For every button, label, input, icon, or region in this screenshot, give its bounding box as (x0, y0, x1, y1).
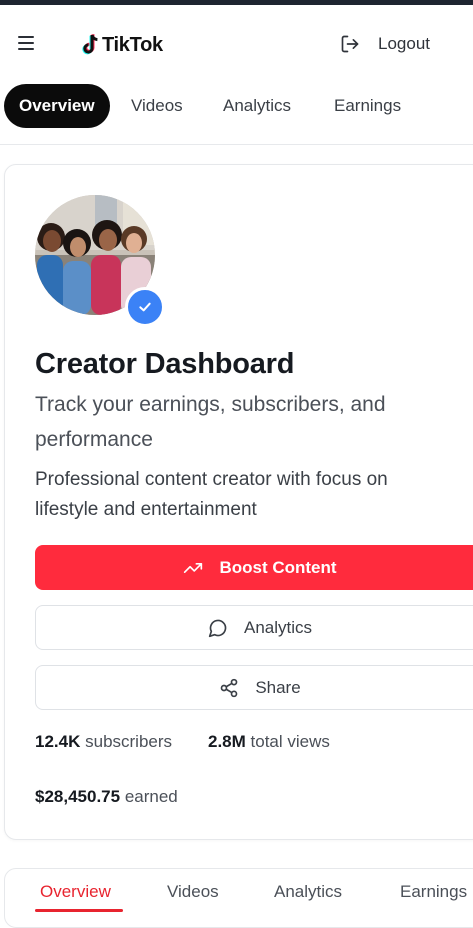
active-tab-indicator (35, 909, 123, 912)
share-icon (220, 678, 238, 697)
page-title: Creator Dashboard (35, 348, 295, 380)
analytics-label: Analytics (243, 617, 313, 637)
analytics-button[interactable]: Analytics (35, 605, 473, 650)
page-subtitle: Track your earnings, subscribers, and pe… (35, 393, 386, 451)
boost-content-button[interactable]: Boost Content (35, 545, 473, 590)
message-circle-icon (208, 619, 227, 637)
tab-earnings[interactable]: Earnings (334, 84, 401, 128)
profile-card: Creator Dashboard Track your earnings, s… (4, 164, 473, 840)
verified-badge-icon (125, 287, 165, 327)
logout-label: Logout (378, 34, 430, 53)
subscribers-label: subscribers (85, 732, 173, 751)
bottom-tabs: Overview Videos Analytics Earnings (4, 868, 473, 928)
trending-up-icon (184, 562, 203, 573)
subscribers-value: 12.4K (35, 732, 81, 751)
bottom-tab-analytics[interactable]: Analytics (274, 882, 342, 902)
earned-stat: $28,450.75 earned (35, 787, 178, 807)
views-value: 2.8M (208, 732, 246, 751)
tab-analytics[interactable]: Analytics (223, 84, 291, 128)
brand-name: TikTok (102, 33, 163, 56)
tab-overview[interactable]: Overview (4, 84, 110, 128)
bottom-tab-overview[interactable]: Overview (40, 882, 111, 902)
earned-value: $28,450.75 (35, 787, 121, 806)
profile-description: Professional content creator with focus … (35, 469, 388, 520)
checkmark-icon (139, 302, 151, 312)
share-button[interactable]: Share (35, 665, 473, 710)
logout-button[interactable]: Logout (340, 32, 430, 56)
tiktok-logo[interactable]: TikTok (82, 33, 163, 57)
bottom-tab-videos[interactable]: Videos (167, 882, 219, 902)
views-stat: 2.8M total views (208, 732, 330, 752)
earned-label: earned (124, 787, 178, 806)
boost-content-label: Boost Content (219, 557, 337, 577)
share-label: Share (255, 677, 301, 697)
top-tabs: Overview Videos Analytics Earnings (0, 84, 473, 130)
hamburger-menu-icon[interactable] (18, 36, 36, 50)
tiktok-note-icon (82, 34, 98, 55)
app-header: TikTok Logout (0, 5, 473, 81)
logout-icon (341, 35, 359, 53)
views-label: total views (250, 732, 330, 751)
tab-videos[interactable]: Videos (131, 84, 183, 128)
bottom-tab-earnings[interactable]: Earnings (400, 882, 467, 902)
subscribers-stat: 12.4K subscribers (35, 732, 172, 752)
header-divider (0, 144, 473, 145)
